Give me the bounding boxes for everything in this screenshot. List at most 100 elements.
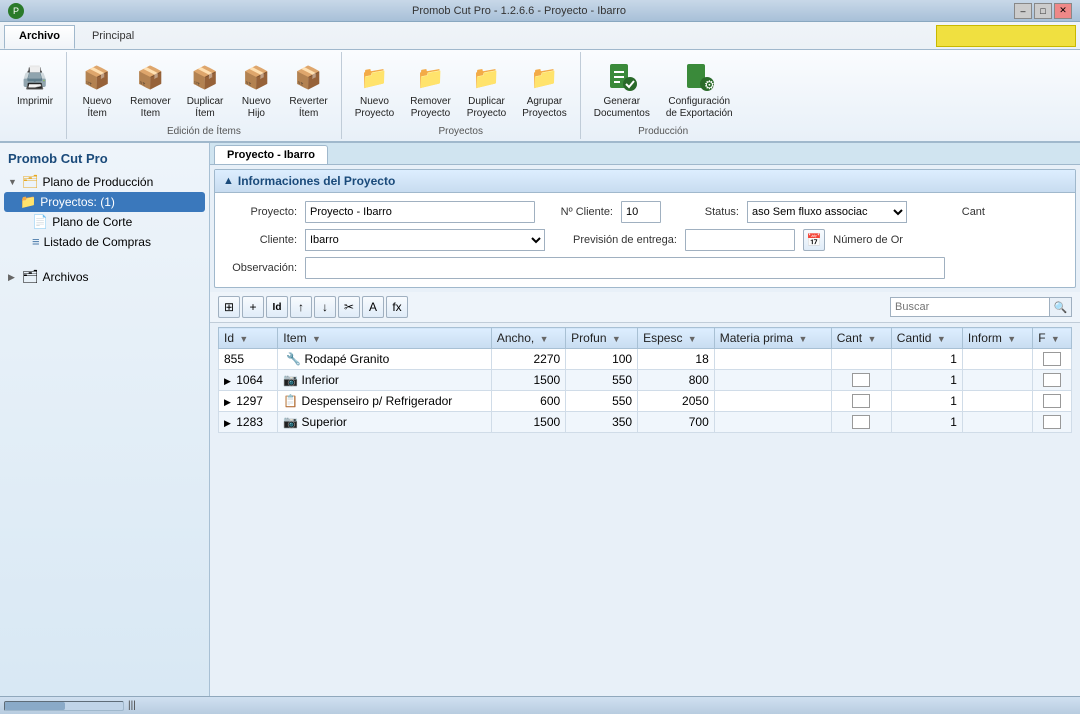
form-row-observacion: Observación: (227, 257, 1063, 279)
cell-cantid: 1 (891, 391, 962, 412)
f-checkbox[interactable] (1043, 352, 1061, 366)
proyecto-input[interactable] (305, 201, 535, 223)
observacion-input[interactable] (305, 257, 945, 279)
imprimir-button[interactable]: 🖨️ Imprimir (10, 58, 60, 112)
listado-compras-label: Listado de Compras (44, 235, 151, 249)
group-label-produccion: Producción (638, 126, 688, 137)
cant-checkbox[interactable] (852, 373, 870, 387)
observacion-label: Observación: (227, 262, 297, 274)
formula-button[interactable]: fx (386, 296, 408, 318)
item-icon: 📋 (283, 394, 298, 408)
col-header-inform[interactable]: Inform ▼ (962, 328, 1032, 349)
configuracion-exportacion-icon: ⚙ (683, 62, 715, 94)
col-header-profun[interactable]: Profun ▼ (566, 328, 638, 349)
row-expander[interactable]: ▶ (224, 397, 231, 407)
minimize-button[interactable]: – (1014, 3, 1032, 19)
cant-checkbox[interactable] (852, 415, 870, 429)
prevision-label: Previsión de entrega: (573, 234, 677, 246)
plano-produccion-arrow: ▼ (8, 177, 18, 187)
cell-espesc: 2050 (638, 391, 715, 412)
col-header-item[interactable]: Item ▼ (278, 328, 492, 349)
search-button[interactable]: 🔍 (1050, 297, 1072, 317)
collapse-button[interactable]: ▲ (223, 175, 234, 187)
text-button[interactable]: A (362, 296, 384, 318)
id-button[interactable]: Id (266, 296, 288, 318)
cant-checkbox[interactable] (852, 394, 870, 408)
col-header-espesc[interactable]: Espesc ▼ (638, 328, 715, 349)
window-controls: – □ ✕ (1014, 3, 1072, 19)
item-icon: 📷 (283, 415, 298, 429)
f-checkbox[interactable] (1043, 373, 1061, 387)
duplicar-item-button[interactable]: 📦 DuplicarÍtem (180, 58, 231, 124)
title-bar: P Promob Cut Pro - 1.2.6.6 - Proyecto - … (0, 0, 1080, 22)
content-tab-proyecto[interactable]: Proyecto - Ibarro (214, 145, 328, 164)
move-down-button[interactable]: ↓ (314, 296, 336, 318)
cliente-select[interactable]: Ibarro (305, 229, 545, 251)
search-input[interactable] (890, 297, 1050, 317)
yellow-input-box[interactable] (936, 25, 1076, 47)
cell-id: ▶ 1297 (219, 391, 278, 412)
cell-espesc: 800 (638, 370, 715, 391)
cant-label: Cant (915, 206, 985, 218)
calendar-button[interactable]: 📅 (803, 229, 825, 251)
generar-documentos-label: GenerarDocumentos (594, 96, 650, 120)
sidebar-item-archivos[interactable]: ▶ 🗂 Archivos (4, 267, 205, 287)
generar-documentos-button[interactable]: GenerarDocumentos (587, 58, 657, 124)
no-cliente-input[interactable] (621, 201, 661, 223)
status-select[interactable]: aso Sem fluxo associac (747, 201, 907, 223)
listado-compras-icon: ≡ (32, 234, 40, 249)
col-header-ancho[interactable]: Ancho, ▼ (491, 328, 565, 349)
items-table: Id ▼ Item ▼ Ancho, ▼ Profun ▼ Espesc ▼ M… (218, 327, 1072, 433)
remover-item-button[interactable]: 📦 RemoverItem (123, 58, 178, 124)
col-header-cant[interactable]: Cant ▼ (831, 328, 891, 349)
sidebar-item-plano-produccion[interactable]: ▼ 🗂 Plano de Producción (4, 172, 205, 192)
horizontal-scrollbar[interactable] (4, 701, 124, 711)
cell-materia (714, 412, 831, 433)
remover-item-label: RemoverItem (130, 96, 171, 120)
tab-archivo[interactable]: Archivo (4, 25, 75, 49)
col-header-f[interactable]: F ▼ (1033, 328, 1072, 349)
remover-proyecto-button[interactable]: 📁 RemoverProyecto (403, 58, 458, 124)
f-checkbox[interactable] (1043, 394, 1061, 408)
move-up-button[interactable]: ↑ (290, 296, 312, 318)
reverter-item-button[interactable]: 📦 ReverterÍtem (282, 58, 334, 124)
row-expander[interactable]: ▶ (224, 376, 231, 386)
row-expander[interactable]: ▶ (224, 418, 231, 428)
duplicar-proyecto-button[interactable]: 📁 DuplicarProyecto (460, 58, 513, 124)
sidebar-item-plano-corte[interactable]: 📄 Plano de Corte (4, 212, 205, 232)
col-header-materia[interactable]: Materia prima ▼ (714, 328, 831, 349)
sidebar-item-listado-compras[interactable]: ≡ Listado de Compras (4, 232, 205, 251)
imprimir-label: Imprimir (17, 96, 53, 108)
configuracion-exportacion-button[interactable]: ⚙ Configuraciónde Exportación (659, 58, 740, 124)
svg-text:⚙: ⚙ (704, 78, 715, 92)
cell-f (1033, 349, 1072, 370)
cell-cantid: 1 (891, 349, 962, 370)
remover-proyecto-label: RemoverProyecto (410, 96, 451, 120)
nuevo-proyecto-button[interactable]: 📁 NuevoProyecto (348, 58, 401, 124)
agrupar-proyectos-button[interactable]: 📁 AgruparProyectos (515, 58, 573, 124)
cell-ancho: 1500 (491, 412, 565, 433)
sidebar-item-proyectos[interactable]: 📁 Proyectos: (1) (4, 192, 205, 212)
f-checkbox[interactable] (1043, 415, 1061, 429)
close-button[interactable]: ✕ (1054, 3, 1072, 19)
nuevo-proyecto-label: NuevoProyecto (355, 96, 394, 120)
grid-view-button[interactable]: ⊞ (218, 296, 240, 318)
cell-ancho: 600 (491, 391, 565, 412)
col-header-id[interactable]: Id ▼ (219, 328, 278, 349)
table-toolbar: ⊞ + Id ↑ ↓ ✂ A fx 🔍 (210, 292, 1080, 323)
proyectos-label: Proyectos: (1) (40, 195, 115, 209)
add-row-button[interactable]: + (242, 296, 264, 318)
remover-proyecto-icon: 📁 (414, 62, 446, 94)
col-header-cantid[interactable]: Cantid ▼ (891, 328, 962, 349)
cut-button[interactable]: ✂ (338, 296, 360, 318)
archivos-icon: 🗂 (22, 269, 39, 285)
agrupar-proyectos-icon: 📁 (528, 62, 560, 94)
maximize-button[interactable]: □ (1034, 3, 1052, 19)
nuevo-item-button[interactable]: 📦 NuevoÍtem (73, 58, 121, 124)
section-title-project-info: Informaciones del Proyecto (238, 174, 395, 188)
ribbon: Archivo Principal 🖨️ Imprimir 📦 NuevoÍte… (0, 22, 1080, 143)
cell-ancho: 1500 (491, 370, 565, 391)
tab-principal[interactable]: Principal (77, 25, 149, 49)
prevision-input[interactable] (685, 229, 795, 251)
nuevo-hijo-button[interactable]: 📦 NuevoHijo (232, 58, 280, 124)
